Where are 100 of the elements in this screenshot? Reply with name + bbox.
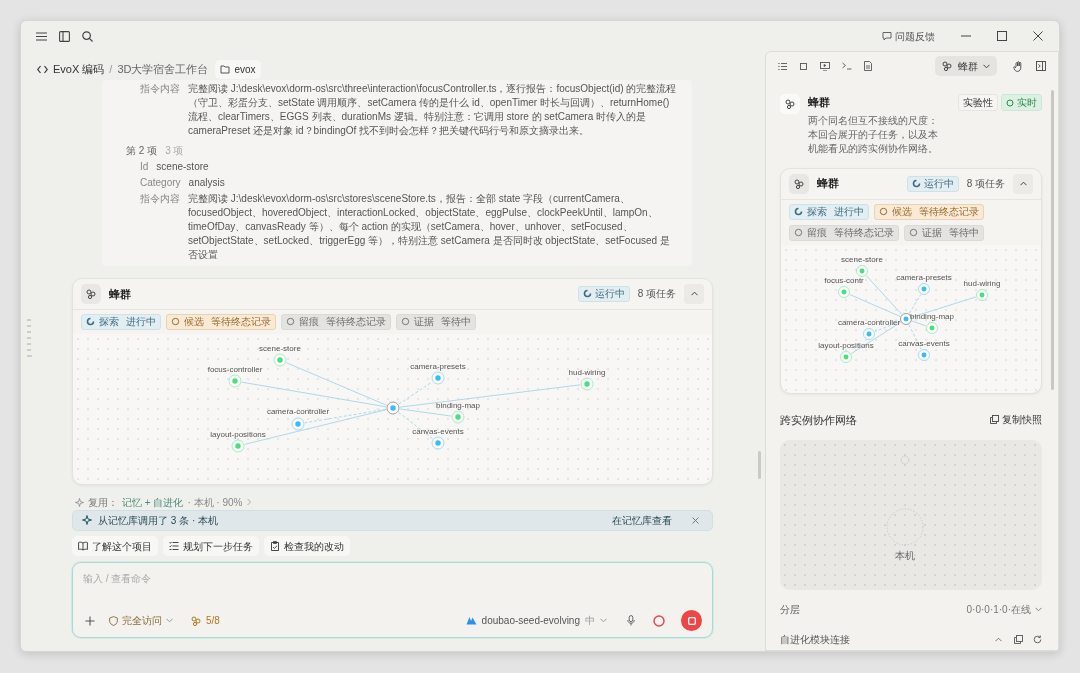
agents-counter[interactable]: 5/8	[191, 613, 220, 628]
field-value: 完整阅读 J:\desk\evox\dorm-os\src\three\interaction\focusController.ts，逐行报告：focusObject(id) 的完整流程（守卫、彩蛋分支、setState 调用顺序、setCamera 传的是什么 id、openTimer 时长与回调）、returnHome() 流程、clearTimers、EGGS 列表、durationMs 逻辑。特别注意：它调用 store 的 setCamera 时传入的是 cameraPreset 还是对象 id？bindingOf 找不到时会怎样？把关键代码行号和原文摘录出来。	[188, 81, 678, 138]
record-icon[interactable]	[653, 614, 665, 627]
breadcrumb-page[interactable]: 3D大学宿舍工作台	[117, 61, 209, 78]
hub-node[interactable]	[900, 312, 912, 325]
scrollbar-thumb[interactable]	[1051, 90, 1054, 390]
status-tag: 留痕 等待终态记录	[789, 224, 899, 241]
node-label: canvas-events	[898, 338, 950, 348]
graph-node[interactable]	[838, 285, 850, 298]
copy-icon[interactable]	[1014, 635, 1023, 644]
graph-node[interactable]	[918, 282, 930, 295]
collapse-button[interactable]	[684, 283, 704, 304]
quick-action-button[interactable]: 检查我的改动	[264, 536, 350, 556]
graph-node[interactable]	[863, 327, 875, 340]
status-tag: 探索 进行中	[81, 313, 161, 330]
graph-node[interactable]	[431, 436, 445, 450]
access-dropdown[interactable]: 完全访问	[109, 613, 173, 628]
chevron-down-icon	[983, 63, 990, 69]
collapse-button[interactable]	[1013, 173, 1033, 194]
status-tag: 留痕 等待终态记录	[281, 313, 391, 330]
panel-toggle-icon[interactable]	[1036, 61, 1046, 71]
card-title: 蜂群	[817, 176, 839, 192]
chevron-right-icon[interactable]	[246, 498, 253, 507]
resize-handle[interactable]	[758, 451, 761, 479]
hub-node[interactable]	[386, 401, 400, 415]
menu-icon[interactable]	[36, 31, 47, 41]
status-tag: 探索 进行中	[789, 203, 869, 220]
graph-node[interactable]	[291, 417, 305, 431]
command-input[interactable]: 输入 / 查看命令	[83, 571, 702, 586]
close-icon[interactable]	[692, 516, 699, 524]
copy-snapshot-button[interactable]: 复制快照	[990, 412, 1042, 428]
microphone-icon[interactable]	[627, 615, 635, 626]
model-selector[interactable]: doubao-seed-evolving 中	[465, 613, 607, 628]
graph-node[interactable]	[918, 348, 930, 361]
status-badge: 实验性	[958, 94, 998, 111]
node-label: hud-wiring	[568, 367, 606, 377]
graph-node[interactable]	[451, 410, 465, 424]
maximize-icon[interactable]	[997, 31, 1007, 41]
graph-node[interactable]	[431, 371, 445, 385]
search-icon[interactable]	[82, 30, 93, 42]
checklist-icon	[169, 541, 179, 551]
hand-icon[interactable]	[1013, 60, 1024, 72]
swarm-icon	[784, 99, 796, 109]
section-title: 跨实例协作网络	[780, 412, 857, 428]
circle-icon	[909, 228, 918, 237]
document-icon[interactable]	[864, 61, 872, 71]
graph-node[interactable]	[976, 288, 988, 301]
graph-node[interactable]	[273, 353, 287, 367]
close-icon[interactable]	[1033, 31, 1043, 41]
refresh-icon[interactable]	[1033, 635, 1042, 644]
spinner-icon	[911, 179, 921, 188]
mountain-icon	[465, 616, 477, 625]
branch-chip[interactable]: evox	[215, 59, 261, 79]
circle-icon	[286, 317, 295, 327]
panel-description: 两个同名但互不接线的尺度：本回合展开的子任务，以及本机能看见的跨实例协作网络。	[808, 113, 939, 156]
node-label: 本机	[895, 549, 915, 563]
swarm-icon	[191, 615, 202, 626]
graph-node[interactable]	[228, 374, 242, 388]
sidebar-toggle-icon[interactable]	[59, 30, 70, 42]
terminal-icon[interactable]	[842, 62, 852, 70]
memory-link[interactable]: 在记忆库查看	[612, 512, 672, 528]
status-tag: 候选 等待终态记录	[166, 313, 276, 330]
breadcrumb-link[interactable]: EvoX 编码	[53, 61, 105, 78]
quick-action-button[interactable]: 了解这个项目	[72, 536, 158, 556]
chevron-down-icon	[600, 618, 607, 623]
graph-node[interactable]	[926, 321, 938, 334]
plus-icon[interactable]	[85, 615, 95, 626]
reuse-meta: · 本机 · 90%	[187, 495, 243, 510]
graph-node[interactable]	[231, 439, 245, 453]
shield-icon	[109, 615, 118, 626]
item-count: 3 项	[165, 143, 184, 158]
graph-node[interactable]	[840, 350, 852, 363]
spinner-icon	[86, 317, 95, 327]
stop-button[interactable]	[681, 610, 702, 631]
node-label: hud-wiring	[963, 278, 1001, 288]
status-tag: 证据 等待中	[904, 224, 984, 241]
status-tag: 证据 等待中	[396, 313, 476, 330]
reuse-label: 复用：	[88, 495, 118, 510]
spinner-icon	[794, 207, 803, 216]
node-label: binding-map	[910, 311, 954, 321]
chevron-up-icon[interactable]	[995, 637, 1002, 642]
layers-dropdown[interactable]: 0·0·0·1·0·在线	[966, 602, 1042, 617]
reuse-sources: 记忆 + 自进化	[122, 495, 184, 510]
feedback-button[interactable]: 问题反馈	[882, 28, 935, 44]
checklist-icon[interactable]	[778, 61, 787, 71]
node-label: scene-store	[841, 254, 883, 264]
item-heading: 第 2 项	[126, 143, 158, 158]
monitor-icon[interactable]	[820, 61, 830, 71]
code-icon	[37, 64, 48, 74]
copy-icon	[990, 415, 999, 425]
sparkle-icon	[82, 515, 92, 526]
mode-dropdown[interactable]: 蜂群	[935, 56, 997, 76]
book-icon	[78, 541, 88, 551]
graph-node[interactable]	[856, 264, 868, 277]
instance-node	[900, 455, 910, 465]
quick-action-button[interactable]: 规划下一步任务	[163, 536, 259, 556]
circle-icon	[1006, 98, 1014, 107]
card-title: 蜂群	[109, 286, 131, 302]
swarm-icon	[793, 178, 805, 189]
graph-node[interactable]	[580, 377, 594, 391]
